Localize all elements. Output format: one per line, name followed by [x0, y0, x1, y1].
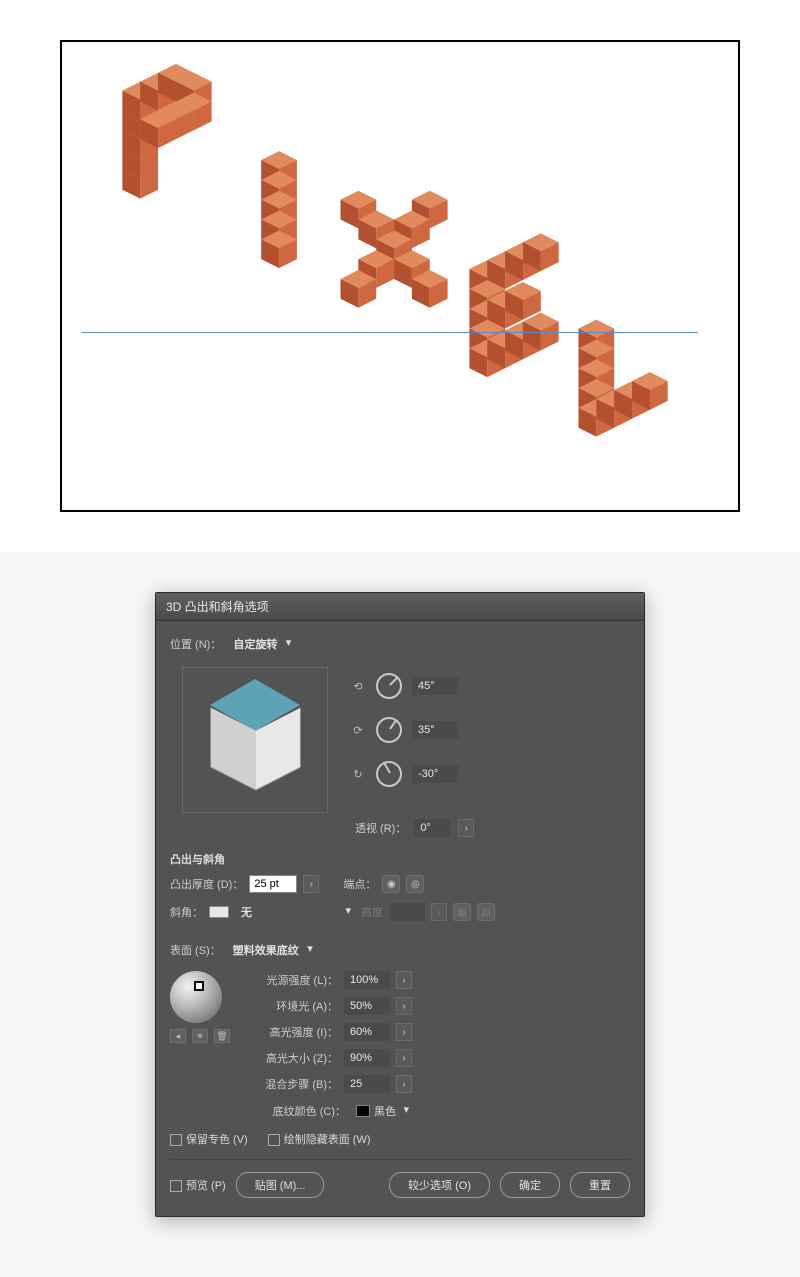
highlight-size-label: 高光大小 (Z)： — [248, 1050, 338, 1066]
artboard — [60, 40, 740, 512]
light-intensity-label: 光源强度 (L)： — [248, 972, 338, 988]
rotation-cube-preview[interactable] — [190, 675, 320, 805]
highlight-intensity-label: 高光强度 (I)： — [248, 1024, 338, 1040]
bevel-height-input — [389, 903, 425, 921]
reset-button[interactable]: 重置 — [570, 1172, 630, 1198]
pixel-isometric-text — [62, 42, 738, 510]
bevel-label: 斜角： — [170, 904, 203, 920]
cap-label: 端点： — [343, 876, 376, 892]
depth-stepper[interactable]: › — [303, 875, 319, 893]
angle-x-input[interactable] — [412, 677, 458, 695]
perspective-stepper[interactable]: › — [458, 819, 474, 837]
ambient-label: 环境光 (A)： — [248, 998, 338, 1014]
highlight-size-stepper[interactable]: › — [396, 1049, 412, 1067]
black-swatch-icon — [356, 1105, 370, 1117]
fewer-options-button[interactable]: 较少选项 (O) — [389, 1172, 490, 1198]
position-label: 位置 (N)： — [170, 636, 221, 652]
light-new-icon[interactable]: ☀ — [192, 1029, 208, 1043]
dialog-titlebar[interactable]: 3D 凸出和斜角选项 — [156, 593, 644, 621]
preserve-spot-checkbox[interactable]: 保留专色 (V) — [170, 1131, 248, 1147]
surface-label: 表面 (S)： — [170, 942, 221, 958]
shade-color-label: 底纹颜色 (C)： — [256, 1103, 346, 1119]
bevel-in-icon: ▦ — [453, 903, 471, 921]
axis-x-icon: ⟲ — [350, 678, 366, 694]
angle-z-dial[interactable] — [376, 761, 402, 787]
depth-label: 凸出厚度 (D)： — [170, 876, 243, 892]
angle-x-dial[interactable] — [376, 673, 402, 699]
blend-steps-input[interactable] — [344, 1075, 390, 1093]
axis-y-icon: ⟳ — [350, 722, 366, 738]
draw-hidden-checkbox[interactable]: 绘制隐藏表面 (W) — [268, 1131, 371, 1147]
highlight-size-input[interactable] — [344, 1049, 390, 1067]
cap-off-icon[interactable]: ◎ — [406, 875, 424, 893]
cap-on-icon[interactable]: ◉ — [382, 875, 400, 893]
bevel-swatch — [209, 906, 229, 918]
preview-area — [0, 0, 800, 552]
light-intensity-input[interactable] — [344, 971, 390, 989]
highlight-intensity-stepper[interactable]: › — [396, 1023, 412, 1041]
extrude-section-title: 凸出与斜角 — [170, 851, 630, 867]
position-select[interactable]: 自定旋转 — [227, 633, 295, 655]
angle-z-input[interactable] — [412, 765, 458, 783]
bevel-out-icon: ▧ — [477, 903, 495, 921]
ok-button[interactable]: 确定 — [500, 1172, 560, 1198]
map-art-button[interactable]: 贴图 (M)... — [236, 1172, 325, 1198]
perspective-input[interactable] — [414, 819, 450, 837]
light-sphere[interactable] — [170, 971, 222, 1023]
light-handle[interactable] — [194, 981, 204, 991]
extrude-bevel-dialog: 3D 凸出和斜角选项 位置 (N)： 自定旋转 ⟲ — [155, 592, 645, 1217]
depth-input[interactable] — [249, 875, 297, 893]
light-intensity-stepper[interactable]: › — [396, 971, 412, 989]
angle-y-dial[interactable] — [376, 717, 402, 743]
angle-y-input[interactable] — [412, 721, 458, 739]
highlight-intensity-input[interactable] — [344, 1023, 390, 1041]
dialog-title: 3D 凸出和斜角选项 — [166, 600, 269, 614]
light-back-icon[interactable]: ◂ — [170, 1029, 186, 1043]
blend-steps-stepper[interactable]: › — [396, 1075, 412, 1093]
shade-color-select[interactable]: 黑色 — [352, 1101, 412, 1121]
axis-z-icon: ↻ — [350, 766, 366, 782]
horizontal-guide — [82, 332, 698, 333]
surface-select[interactable]: 塑料效果底纹 — [227, 939, 317, 961]
bevel-height-stepper: › — [431, 903, 447, 921]
bevel-height-label: 高度 — [361, 904, 383, 920]
blend-steps-label: 混合步骤 (B)： — [248, 1076, 338, 1092]
bevel-select[interactable]: 无 — [235, 901, 355, 923]
light-delete-icon[interactable]: 🗑 — [214, 1029, 230, 1043]
preview-checkbox[interactable]: 预览 (P) — [170, 1177, 226, 1193]
ambient-input[interactable] — [344, 997, 390, 1015]
perspective-label: 透视 (R)： — [355, 820, 406, 836]
ambient-stepper[interactable]: › — [396, 997, 412, 1015]
dialog-backdrop: 3D 凸出和斜角选项 位置 (N)： 自定旋转 ⟲ — [0, 552, 800, 1277]
